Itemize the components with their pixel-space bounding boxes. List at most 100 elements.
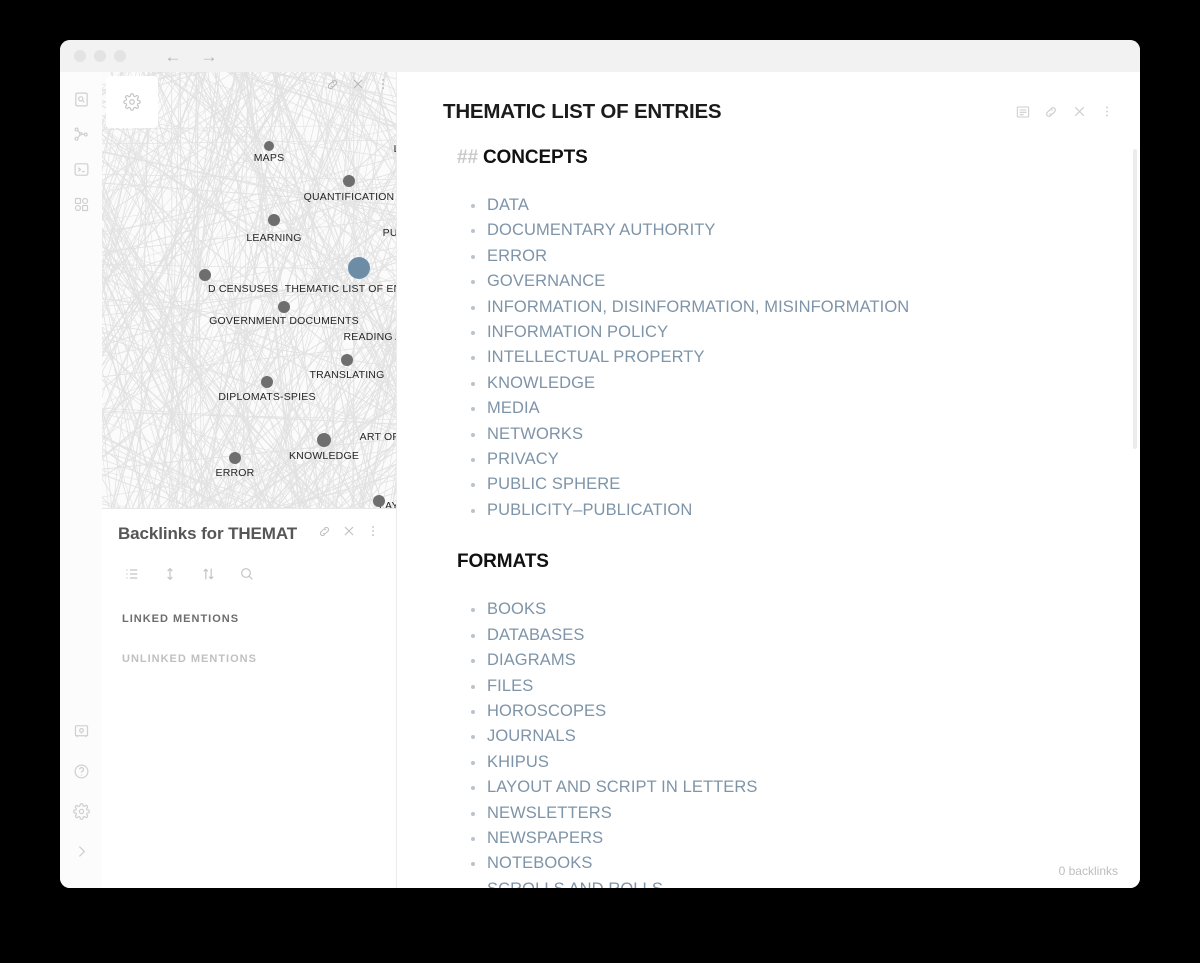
graph-node-label[interactable]: READING AGAINST THE GRAIN — [344, 331, 396, 343]
note-scrollbar[interactable] — [1133, 149, 1137, 449]
graph-node-label[interactable]: KNOWLEDGE — [289, 450, 359, 462]
graph-node-label[interactable]: ERROR — [216, 467, 255, 479]
internal-link-item[interactable]: PRIVACY — [469, 447, 1094, 472]
internal-link-item[interactable]: NEWSPAPERS — [469, 826, 1094, 851]
help-icon[interactable] — [66, 756, 96, 786]
graph-node-label[interactable]: ART OF MEMORY — [360, 431, 396, 443]
section-heading-text: CONCEPTS — [482, 147, 588, 168]
app-window: ← → MAPS QUANTIFICATION P LEARNING THEMA… — [60, 40, 1140, 888]
graph-node-label[interactable]: PUBLIC SPHERE — [383, 227, 396, 239]
close-pane-icon[interactable] — [1071, 103, 1088, 125]
linked-mentions-label[interactable]: LINKED MENTIONS — [118, 613, 380, 625]
graph-node[interactable] — [348, 257, 370, 279]
internal-link-item[interactable]: INFORMATION, DISINFORMATION, MISINFORMAT… — [469, 295, 1094, 320]
graph-node-label[interactable]: D CENSUSES — [208, 283, 278, 295]
internal-link-item[interactable]: NEWSLETTERS — [469, 801, 1094, 826]
navigate-forward-button[interactable]: → — [196, 48, 222, 65]
internal-link-item[interactable]: MEDIA — [469, 396, 1094, 421]
backlink-count-status: 0 backlinks — [1054, 862, 1122, 880]
navigate-back-button[interactable]: ← — [160, 48, 186, 65]
note-content-scroll[interactable]: ## CONCEPTS DATA DOCUMENTARY AUTHORITY ERROR… — [397, 125, 1140, 888]
graph-node-label[interactable]: GOVERNMENT DOCUMENTS — [209, 315, 359, 327]
settings-gear-icon[interactable] — [66, 796, 96, 826]
graph-node[interactable] — [268, 214, 280, 226]
internal-link-item[interactable]: DIAGRAMS — [469, 648, 1094, 673]
link-pane-icon[interactable] — [317, 524, 332, 544]
page-title: THEMATIC LIST OF ENTRIES — [443, 100, 722, 123]
plugins-grid-icon[interactable] — [66, 189, 96, 219]
internal-link-item[interactable]: INTELLECTUAL PROPERTY — [469, 345, 1094, 370]
graph-node-label[interactable]: MAPS — [254, 152, 285, 164]
note-header: THEMATIC LIST OF ENTRIES — [397, 72, 1140, 125]
backlinks-toolbar — [118, 566, 380, 587]
internal-link-item[interactable]: KHIPUS — [469, 750, 1094, 775]
window-body: MAPSLETTERSQUANTIFICATIONSURVEIPUBLIC SP… — [60, 72, 1140, 888]
unlinked-mentions-label[interactable]: UNLINKED MENTIONS — [118, 653, 380, 665]
internal-link-item[interactable]: PUBLIC SPHERE — [469, 472, 1094, 497]
graph-node[interactable] — [199, 269, 211, 281]
internal-link-item[interactable]: KNOWLEDGE — [469, 371, 1094, 396]
backlinks-pane: Backlinks for THEMAT LINKED MENTIONS UNL… — [102, 509, 396, 888]
graph-node-label[interactable]: LETTERS — [394, 143, 396, 155]
graph-node[interactable] — [229, 452, 241, 464]
graph-node[interactable] — [278, 301, 290, 313]
graph-settings-gear-icon[interactable] — [106, 76, 158, 128]
internal-link-item[interactable]: SCROLLS AND ROLLS — [469, 877, 1094, 888]
graph-node-label[interactable]: QUANTIFICATION — [304, 191, 395, 203]
more-options-icon[interactable] — [376, 76, 390, 97]
graph-node[interactable] — [343, 175, 355, 187]
note-pane: THEMATIC LIST OF ENTRIES ## CONCEPTS DAT… — [397, 72, 1140, 888]
sidebar-ribbon — [60, 72, 102, 888]
link-pane-icon[interactable] — [1043, 104, 1059, 125]
expand-sidebar-icon[interactable] — [66, 836, 96, 866]
internal-link-item[interactable]: ERROR — [469, 244, 1094, 269]
window-maximize-button[interactable] — [114, 50, 126, 62]
graph-node[interactable] — [373, 495, 385, 507]
section-link-list: BOOKS DATABASES DIAGRAMS FILES HOROSCOPES JOU… — [469, 597, 1094, 888]
backlinks-header: Backlinks for THEMAT — [118, 523, 380, 544]
internal-link-item[interactable]: LAYOUT AND SCRIPT IN LETTERS — [469, 775, 1094, 800]
internal-link-item[interactable]: DATA — [469, 193, 1094, 218]
vault-icon[interactable] — [66, 716, 96, 746]
terminal-icon[interactable] — [66, 154, 96, 184]
more-options-icon[interactable] — [366, 523, 380, 544]
graph-view-pane[interactable]: MAPSLETTERSQUANTIFICATIONSURVEIPUBLIC SP… — [102, 72, 396, 509]
internal-link-item[interactable]: PUBLICITY–PUBLICATION — [469, 498, 1094, 523]
search-icon[interactable] — [239, 566, 255, 587]
internal-link-item[interactable]: FILES — [469, 674, 1094, 699]
internal-link-item[interactable]: INFORMATION POLICY — [469, 320, 1094, 345]
graph-node-label[interactable]: THEMATIC LIST OF ENTRIES — [285, 283, 396, 295]
graph-node[interactable] — [261, 376, 273, 388]
graph-node-label[interactable]: LEARNING — [246, 232, 301, 244]
markdown-hash-marker: ## — [457, 147, 478, 168]
close-pane-icon[interactable] — [350, 76, 366, 97]
internal-link-item[interactable]: JOURNALS — [469, 724, 1094, 749]
graph-view-icon[interactable] — [66, 119, 96, 149]
graph-node[interactable] — [341, 354, 353, 366]
collapse-results-icon[interactable] — [124, 566, 140, 587]
show-more-context-icon[interactable] — [162, 566, 178, 587]
window-close-button[interactable] — [74, 50, 86, 62]
internal-link-item[interactable]: DOCUMENTARY AUTHORITY — [469, 218, 1094, 243]
section-heading: FORMATS — [457, 551, 1094, 573]
link-pane-icon[interactable] — [325, 77, 340, 97]
close-pane-icon[interactable] — [341, 523, 357, 544]
more-options-icon[interactable] — [1100, 103, 1114, 125]
window-titlebar: ← → — [60, 40, 1140, 72]
graph-node-label[interactable]: TRANSLATING — [310, 369, 385, 381]
graph-node[interactable] — [264, 141, 274, 151]
internal-link-item[interactable]: NOTEBOOKS — [469, 851, 1094, 876]
internal-link-item[interactable]: GOVERNANCE — [469, 269, 1094, 294]
graph-node[interactable] — [317, 433, 331, 447]
reading-view-icon[interactable] — [1015, 104, 1031, 125]
graph-node-label[interactable]: DIPLOMATS-SPIES — [218, 391, 315, 403]
quick-switcher-icon[interactable] — [66, 84, 96, 114]
change-sort-order-icon[interactable] — [200, 566, 217, 587]
internal-link-item[interactable]: DATABASES — [469, 623, 1094, 648]
internal-link-item[interactable]: HOROSCOPES — [469, 699, 1094, 724]
graph-pane-controls — [325, 76, 390, 97]
internal-link-item[interactable]: BOOKS — [469, 597, 1094, 622]
internal-link-item[interactable]: NETWORKS — [469, 422, 1094, 447]
window-minimize-button[interactable] — [94, 50, 106, 62]
